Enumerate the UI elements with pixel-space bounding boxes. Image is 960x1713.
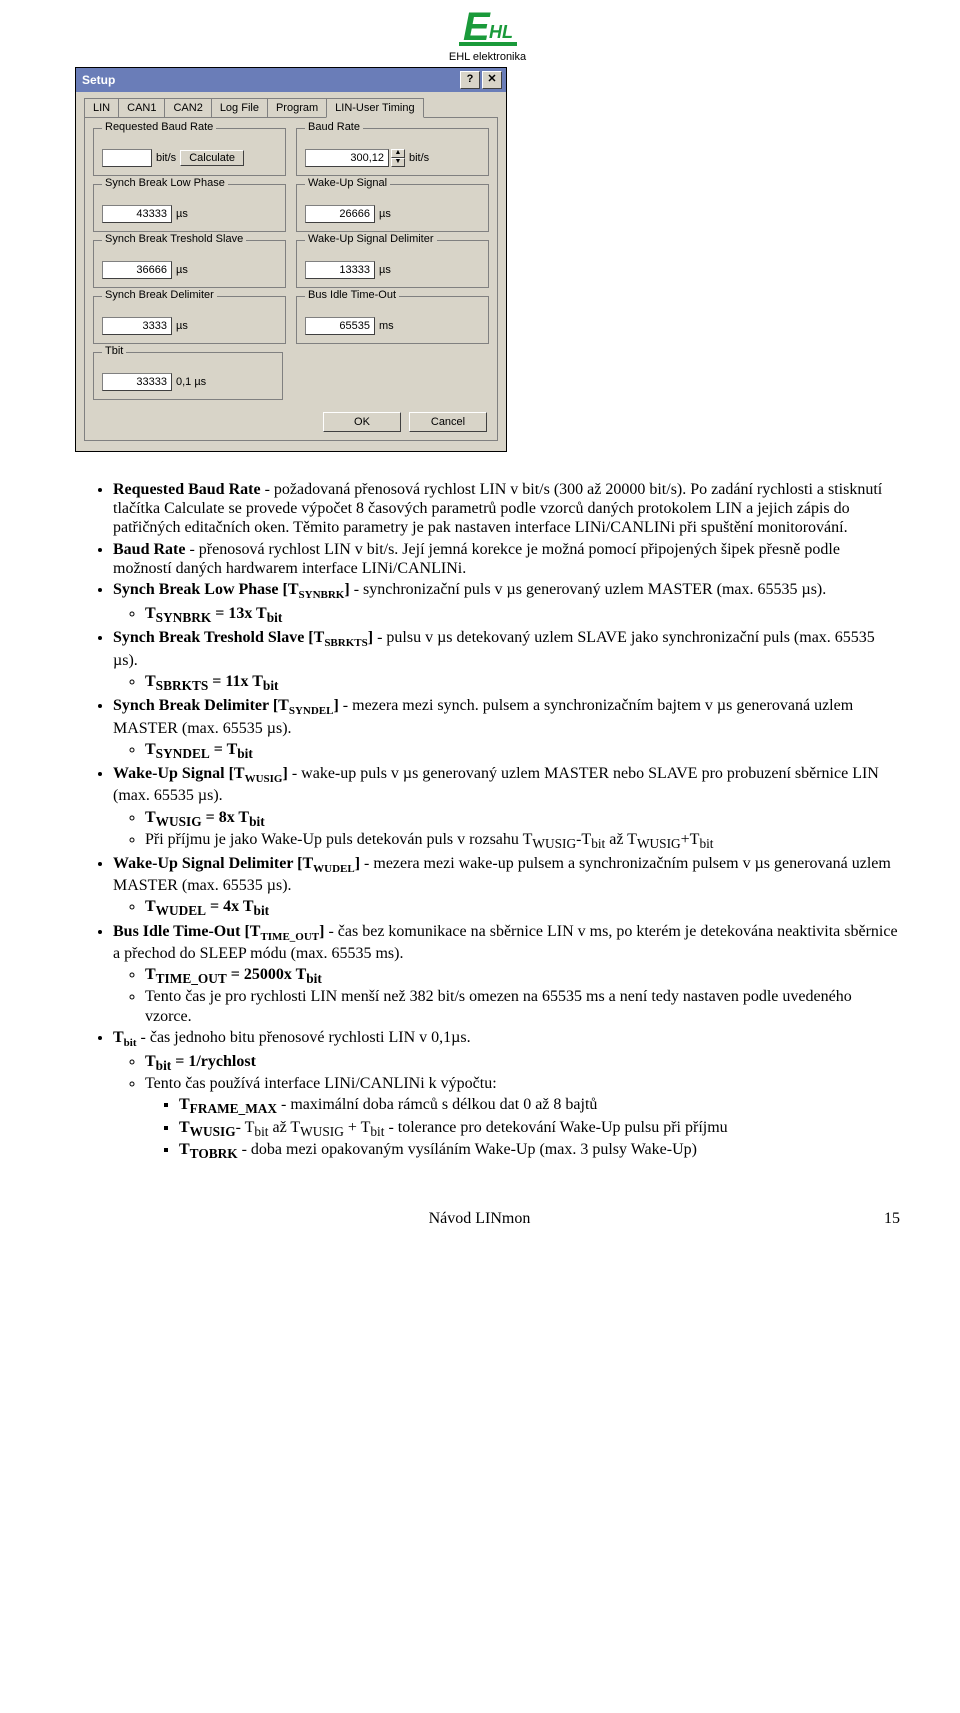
doc-item: Tbit - čas jednoho bitu přenosové rychlo… (113, 1028, 900, 1162)
calculate-button[interactable]: Calculate (180, 150, 244, 166)
doc-item: Synch Break Treshold Slave [TSBRKTS] - p… (113, 628, 900, 694)
group-tbit: Tbit 0,1 µs (93, 352, 283, 400)
doc-subitem: TWUDEL = 4x Tbit (145, 897, 900, 919)
legend: Baud Rate (305, 121, 363, 133)
group-wakeup-signal: Wake-Up Signal µs (296, 184, 489, 232)
tab-logfile[interactable]: Log File (211, 98, 268, 118)
tab-program[interactable]: Program (267, 98, 327, 118)
tab-can2[interactable]: CAN2 (164, 98, 211, 118)
group-requested-baud: Requested Baud Rate bit/s Calculate (93, 128, 286, 176)
group-baud-rate: Baud Rate ▲ ▼ bit/s (296, 128, 489, 176)
svg-text:E: E (463, 5, 491, 48)
group-bus-idle: Bus Idle Time-Out ms (296, 296, 489, 344)
doc-item: Synch Break Low Phase [TSYNBRK] - synchr… (113, 580, 900, 627)
doc-subitem: TSBRKTS = 11x Tbit (145, 672, 900, 694)
document-body: Requested Baud Rate - požadovaná přenoso… (75, 480, 900, 1162)
dialog-title: Setup (80, 73, 115, 87)
company-logo-block: E HL EHL elektronika (75, 4, 900, 63)
requested-baud-input[interactable] (102, 149, 152, 167)
doc-subitem: TTIME_OUT = 25000x Tbit (145, 965, 900, 987)
cancel-button[interactable]: Cancel (409, 412, 487, 432)
doc-item: Requested Baud Rate - požadovaná přenoso… (113, 480, 900, 538)
close-button[interactable]: ✕ (482, 71, 502, 89)
tab-strip: LIN CAN1 CAN2 Log File Program LIN-User … (84, 98, 498, 118)
doc-subitem: Tbit = 1/rychlost (145, 1052, 900, 1074)
dialog-titlebar: Setup ? ✕ (76, 68, 506, 92)
ehl-logo-icon: E HL (459, 4, 517, 48)
doc-item: Baud Rate - přenosová rychlost LIN v bit… (113, 540, 900, 578)
synch-break-low-input[interactable] (102, 205, 172, 223)
legend: Requested Baud Rate (102, 121, 216, 133)
spin-up-icon[interactable]: ▲ (391, 149, 405, 158)
group-treshold-slave: Synch Break Treshold Slave µs (93, 240, 286, 288)
wakeup-delimiter-input[interactable] (305, 261, 375, 279)
tbit-input[interactable] (102, 373, 172, 391)
doc-subitem: TSYNDEL = Tbit (145, 740, 900, 762)
company-name: EHL elektronika (75, 51, 900, 63)
group-wakeup-delimiter: Wake-Up Signal Delimiter µs (296, 240, 489, 288)
baud-rate-spinner[interactable]: ▲ ▼ (391, 149, 405, 167)
doc-squareitem: TWUSIG- Tbit až TWUSIG + Tbit - toleranc… (179, 1118, 900, 1140)
synch-break-delimiter-input[interactable] (102, 317, 172, 335)
svg-text:HL: HL (489, 22, 513, 42)
doc-item: Synch Break Delimiter [TSYNDEL] - mezera… (113, 696, 900, 762)
doc-item: Wake-Up Signal [TWUSIG] - wake-up puls v… (113, 764, 900, 852)
tab-can1[interactable]: CAN1 (118, 98, 165, 118)
treshold-slave-input[interactable] (102, 261, 172, 279)
footer-title: Návod LINmon (75, 1210, 884, 1228)
spin-down-icon[interactable]: ▼ (391, 158, 405, 167)
baud-rate-value[interactable] (305, 149, 389, 167)
setup-dialog: Setup ? ✕ LIN CAN1 CAN2 Log File Program… (75, 67, 507, 452)
wakeup-signal-input[interactable] (305, 205, 375, 223)
ok-button[interactable]: OK (323, 412, 401, 432)
help-button[interactable]: ? (460, 71, 480, 89)
group-synch-break-delimiter: Synch Break Delimiter µs (93, 296, 286, 344)
bus-idle-input[interactable] (305, 317, 375, 335)
doc-item: Bus Idle Time-Out [TTIME_OUT] - čas bez … (113, 922, 900, 1026)
tab-lin-user-timing[interactable]: LIN-User Timing (326, 98, 423, 118)
doc-squareitem: TTOBRK - doba mezi opakovaným vysíláním … (179, 1140, 900, 1162)
tab-lin[interactable]: LIN (84, 98, 119, 118)
page-footer: Návod LINmon 15 (75, 1210, 900, 1228)
tab-panel: Requested Baud Rate bit/s Calculate Baud… (84, 117, 498, 441)
doc-item: Wake-Up Signal Delimiter [TWUDEL] - meze… (113, 854, 900, 920)
group-synch-break-low: Synch Break Low Phase µs (93, 184, 286, 232)
doc-subitem: Tento čas je pro rychlosti LIN menší než… (145, 987, 900, 1025)
doc-subitem: TWUSIG = 8x Tbit (145, 808, 900, 830)
doc-squareitem: TFRAME_MAX - maximální doba rámců s délk… (179, 1095, 900, 1117)
doc-subitem: Při příjmu je jako Wake-Up puls deteková… (145, 830, 900, 852)
doc-subitem: TSYNBRK = 13x Tbit (145, 604, 900, 626)
footer-page-number: 15 (884, 1210, 900, 1228)
doc-subitem: Tento čas používá interface LINi/CANLINi… (145, 1074, 900, 1162)
